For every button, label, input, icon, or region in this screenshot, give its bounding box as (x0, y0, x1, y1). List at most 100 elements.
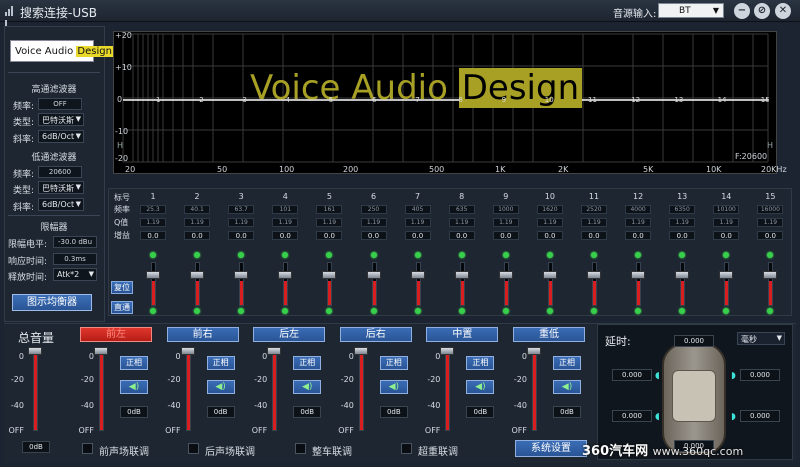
band-freq-field[interactable]: 250 (360, 205, 387, 214)
eq-point-label[interactable]: 7 (415, 96, 419, 104)
delay-rear-left[interactable]: 0.000 (612, 410, 652, 422)
band-gain-field[interactable]: 0.0 (184, 231, 211, 240)
channel-volume-knob[interactable] (440, 347, 455, 355)
channel-volume-knob[interactable] (94, 347, 108, 355)
band-gain-field[interactable]: 0.0 (140, 231, 166, 240)
channel-volume-slider[interactable] (99, 349, 104, 431)
phase-button[interactable]: 正相 (466, 356, 495, 370)
band-q-field[interactable]: 1.19 (140, 218, 166, 227)
band-gain-slider[interactable] (415, 262, 421, 306)
phase-button[interactable]: 正相 (379, 356, 408, 370)
phase-button[interactable]: 正相 (206, 356, 235, 370)
band-gain-field[interactable]: 0.0 (757, 231, 784, 240)
eq-point-label[interactable]: 1 (156, 96, 160, 104)
channel-button[interactable]: 中置 (426, 327, 499, 342)
band-gain-slider[interactable] (151, 262, 156, 306)
eq-point-label[interactable]: 13 (674, 96, 683, 104)
band-gain-slider[interactable] (195, 262, 201, 306)
band-gain-field[interactable]: 0.0 (272, 231, 299, 240)
reset-button[interactable]: 复位 (111, 281, 133, 294)
channel-button[interactable]: 后左 (253, 327, 326, 342)
band-gain-field[interactable]: 0.0 (581, 231, 607, 240)
band-freq-field[interactable]: 161 (316, 205, 343, 214)
delay-front-right[interactable]: 0.000 (740, 369, 780, 381)
band-q-field[interactable]: 1.19 (184, 218, 211, 227)
channel-volume-knob[interactable] (527, 347, 541, 355)
band-slider-knob[interactable] (763, 271, 778, 279)
band-freq-field[interactable]: 635 (448, 205, 475, 214)
eq-point-label[interactable]: 15 (761, 96, 770, 104)
band-q-field[interactable]: 1.19 (404, 218, 431, 227)
channel-volume-knob[interactable] (180, 347, 195, 355)
band-gain-field[interactable]: 0.0 (360, 231, 387, 240)
band-freq-field[interactable]: 40.1 (184, 205, 211, 214)
eq-point-label[interactable]: 4 (286, 96, 290, 104)
hp-slope-select[interactable]: 6dB/Oct ▼ (38, 130, 84, 143)
speaker-icon[interactable]: ◀) (206, 380, 235, 394)
band-q-field[interactable]: 1.19 (492, 218, 519, 227)
eq-point-label[interactable]: 12 (631, 96, 640, 104)
eq-point-label[interactable]: 6 (372, 96, 376, 104)
band-freq-field[interactable]: 1000 (492, 205, 519, 214)
eq-point-label[interactable]: 14 (718, 96, 727, 104)
band-gain-field[interactable]: 0.0 (492, 231, 519, 240)
band-freq-field[interactable]: 6350 (669, 205, 696, 214)
band-gain-slider[interactable] (636, 262, 642, 306)
band-q-field[interactable]: 1.19 (316, 218, 343, 227)
hp-type-select[interactable]: 巴特沃斯 ▼ (38, 113, 84, 126)
band-gain-field[interactable]: 0.0 (669, 231, 696, 240)
band-gain-slider[interactable] (371, 262, 377, 306)
channel-button[interactable]: 后右 (339, 327, 412, 342)
link-sub-checkbox[interactable] (401, 443, 412, 454)
band-slider-knob[interactable] (454, 271, 469, 279)
master-volume-slider[interactable] (33, 349, 38, 431)
band-slider-knob[interactable] (675, 271, 690, 279)
delay-front-left[interactable]: 0.000 (612, 369, 652, 381)
band-gain-slider[interactable] (680, 262, 686, 306)
eq-point-label[interactable]: 5 (329, 96, 333, 104)
band-slider-knob[interactable] (719, 271, 734, 279)
band-q-field[interactable]: 1.19 (757, 218, 784, 227)
channel-button[interactable]: 重低 (513, 327, 585, 342)
band-freq-field[interactable]: 63.7 (228, 205, 255, 214)
band-slider-knob[interactable] (322, 271, 337, 279)
eq-point-label[interactable]: 9 (502, 96, 506, 104)
speaker-icon[interactable]: ◀) (553, 380, 581, 394)
link-front-checkbox[interactable] (82, 443, 93, 454)
speaker-icon[interactable]: ◀) (120, 380, 148, 394)
band-slider-knob[interactable] (234, 271, 249, 279)
lim-level-field[interactable]: -30.0 dBu (53, 236, 97, 248)
speaker-icon[interactable]: ◀) (466, 380, 495, 394)
band-q-field[interactable]: 1.19 (669, 218, 696, 227)
band-slider-knob[interactable] (146, 271, 160, 279)
band-gain-field[interactable]: 0.0 (316, 231, 343, 240)
eq-point-label[interactable]: 10 (545, 96, 554, 104)
settings-icon[interactable]: ⊘ (754, 3, 770, 19)
channel-volume-slider[interactable] (272, 349, 278, 431)
band-gain-field[interactable]: 0.0 (713, 231, 740, 240)
source-select[interactable]: BT ▼ (658, 3, 724, 18)
band-freq-field[interactable]: 10100 (713, 205, 740, 214)
band-q-field[interactable]: 1.19 (536, 218, 563, 227)
phase-button[interactable]: 正相 (120, 356, 148, 370)
band-q-field[interactable]: 1.19 (448, 218, 475, 227)
lp-type-select[interactable]: 巴特沃斯 ▼ (38, 181, 84, 194)
eq-point-label[interactable]: 3 (242, 96, 246, 104)
band-gain-slider[interactable] (327, 262, 333, 306)
band-slider-knob[interactable] (410, 271, 425, 279)
channel-volume-knob[interactable] (267, 347, 282, 355)
speaker-icon[interactable]: ◀) (379, 380, 408, 394)
lp-slope-select[interactable]: 6dB/Oct ▼ (38, 198, 84, 211)
band-gain-field[interactable]: 0.0 (448, 231, 475, 240)
band-q-field[interactable]: 1.19 (625, 218, 652, 227)
channel-button[interactable]: 前右 (166, 327, 239, 342)
band-gain-slider[interactable] (724, 262, 730, 306)
band-gain-field[interactable]: 0.0 (536, 231, 563, 240)
delay-center[interactable]: 0.000 (674, 335, 714, 347)
band-q-field[interactable]: 1.19 (228, 218, 255, 227)
hp-freq-field[interactable]: OFF (38, 98, 82, 110)
band-freq-field[interactable]: 2520 (581, 205, 607, 214)
band-q-field[interactable]: 1.19 (272, 218, 299, 227)
band-slider-knob[interactable] (587, 271, 601, 279)
master-volume-knob[interactable] (28, 347, 42, 355)
